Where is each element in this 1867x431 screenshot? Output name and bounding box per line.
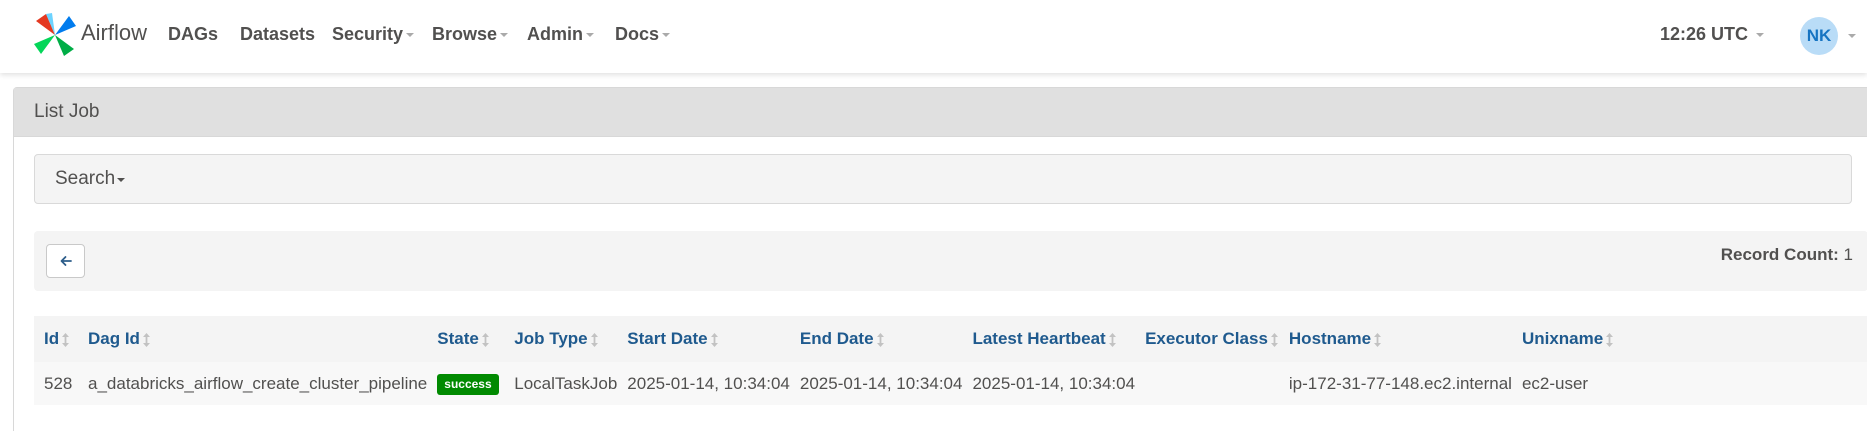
chevron-down-icon [500,33,509,38]
column-header-label: Executor Class [1145,329,1268,348]
column-header-state[interactable]: State [427,316,504,362]
cell-id: 528 [44,373,73,393]
sort-icon [62,332,70,347]
cell-latest-heartbeat: 2025-01-14, 10:34:04 [972,373,1136,393]
record-count-value: 1 [1843,245,1853,264]
panel-heading: List Job [14,88,1867,137]
clock-label: 12:26 UTC [1660,24,1749,44]
nav-admin-label: Admin [527,24,583,44]
cell-executor-class [1135,362,1279,405]
arrow-left-icon [60,256,72,266]
table-header-row: Id Dag Id State Job Type Start Date End … [34,316,1867,362]
column-header-id[interactable]: Id [34,316,78,362]
column-header-unixname[interactable]: Unixname [1512,316,1867,362]
nav-browse[interactable]: Browse [432,24,509,45]
cell-hostname: ip-172-31-77-148.ec2.internal [1288,373,1512,393]
job-table: Id Dag Id State Job Type Start Date End … [34,316,1867,405]
back-button[interactable] [46,244,85,278]
chevron-down-icon[interactable] [1848,34,1856,38]
chevron-down-icon [117,178,126,182]
user-initials: NK [1806,26,1832,45]
sort-icon [1606,332,1614,347]
chevron-down-icon [662,33,671,38]
record-count: Record Count: 1 [1721,245,1853,265]
sort-icon [1270,332,1278,347]
sort-icon [710,332,718,347]
chevron-down-icon [586,33,594,38]
list-panel: List Job Search Record Count: 1 Id Dag I… [13,87,1867,431]
column-header-label: End Date [799,329,874,348]
column-header-label: State [437,329,479,348]
user-avatar[interactable]: NK [1800,17,1838,55]
sort-icon [876,332,884,347]
search-toggle[interactable]: Search [34,154,1852,204]
page-title: List Job [34,101,100,122]
nav-datasets[interactable]: Datasets [240,24,315,45]
cell-dag-id: a_databricks_airflow_create_cluster_pipe… [88,373,428,393]
nav-dags[interactable]: DAGs [168,24,218,45]
sort-icon [590,332,598,347]
nav-docs[interactable]: Docs [615,24,671,45]
brand-link[interactable]: Airflow [32,12,147,58]
record-count-label: Record Count: [1720,245,1839,264]
column-header-executor-class[interactable]: Executor Class [1135,316,1279,362]
top-navbar: Airflow DAGs Datasets Security Browse Ad… [0,0,1867,73]
column-header-latest-heartbeat[interactable]: Latest Heartbeat [962,316,1135,362]
cell-end-date: 2025-01-14, 10:34:04 [799,373,963,393]
cell-start-date: 2025-01-14, 10:34:04 [627,373,790,393]
actions-bar: Record Count: 1 [34,231,1867,291]
column-header-label: Latest Heartbeat [972,329,1106,348]
status-badge: success [437,373,499,395]
column-header-label: Dag Id [88,329,140,348]
cell-job-type: LocalTaskJob [514,373,618,393]
column-header-label: Hostname [1288,329,1372,348]
sort-icon [1374,332,1382,347]
chevron-down-icon [406,33,415,38]
nav-browse-label: Browse [432,24,498,44]
column-header-hostname[interactable]: Hostname [1279,316,1512,362]
brand-name: Airflow [81,20,148,45]
column-header-label: Start Date [627,329,708,348]
search-label: Search [55,168,116,189]
airflow-logo-icon [34,13,76,56]
cell-unixname: ec2-user [1521,373,1589,393]
column-header-job-type[interactable]: Job Type [504,316,617,362]
chevron-down-icon [1756,33,1765,38]
sort-icon [142,332,150,347]
cell-state: success [427,362,504,405]
column-header-label: Unixname [1521,329,1604,348]
nav-security[interactable]: Security [332,24,415,45]
column-header-start-date[interactable]: Start Date [617,316,790,362]
nav-dags-label: DAGs [168,24,219,44]
sort-icon [481,332,489,347]
column-header-label: Id [44,329,60,348]
column-header-label: Job Type [514,329,588,348]
column-header-dag-id[interactable]: Dag Id [78,316,427,362]
nav-admin[interactable]: Admin [527,24,594,45]
nav-docs-label: Docs [615,24,660,44]
nav-security-label: Security [332,24,404,44]
nav-datasets-label: Datasets [240,24,316,44]
sort-icon [1108,332,1116,347]
column-header-end-date[interactable]: End Date [790,316,963,362]
timezone-clock[interactable]: 12:26 UTC [1660,24,1765,45]
table-row: 528 a_databricks_airflow_create_cluster_… [34,362,1867,405]
